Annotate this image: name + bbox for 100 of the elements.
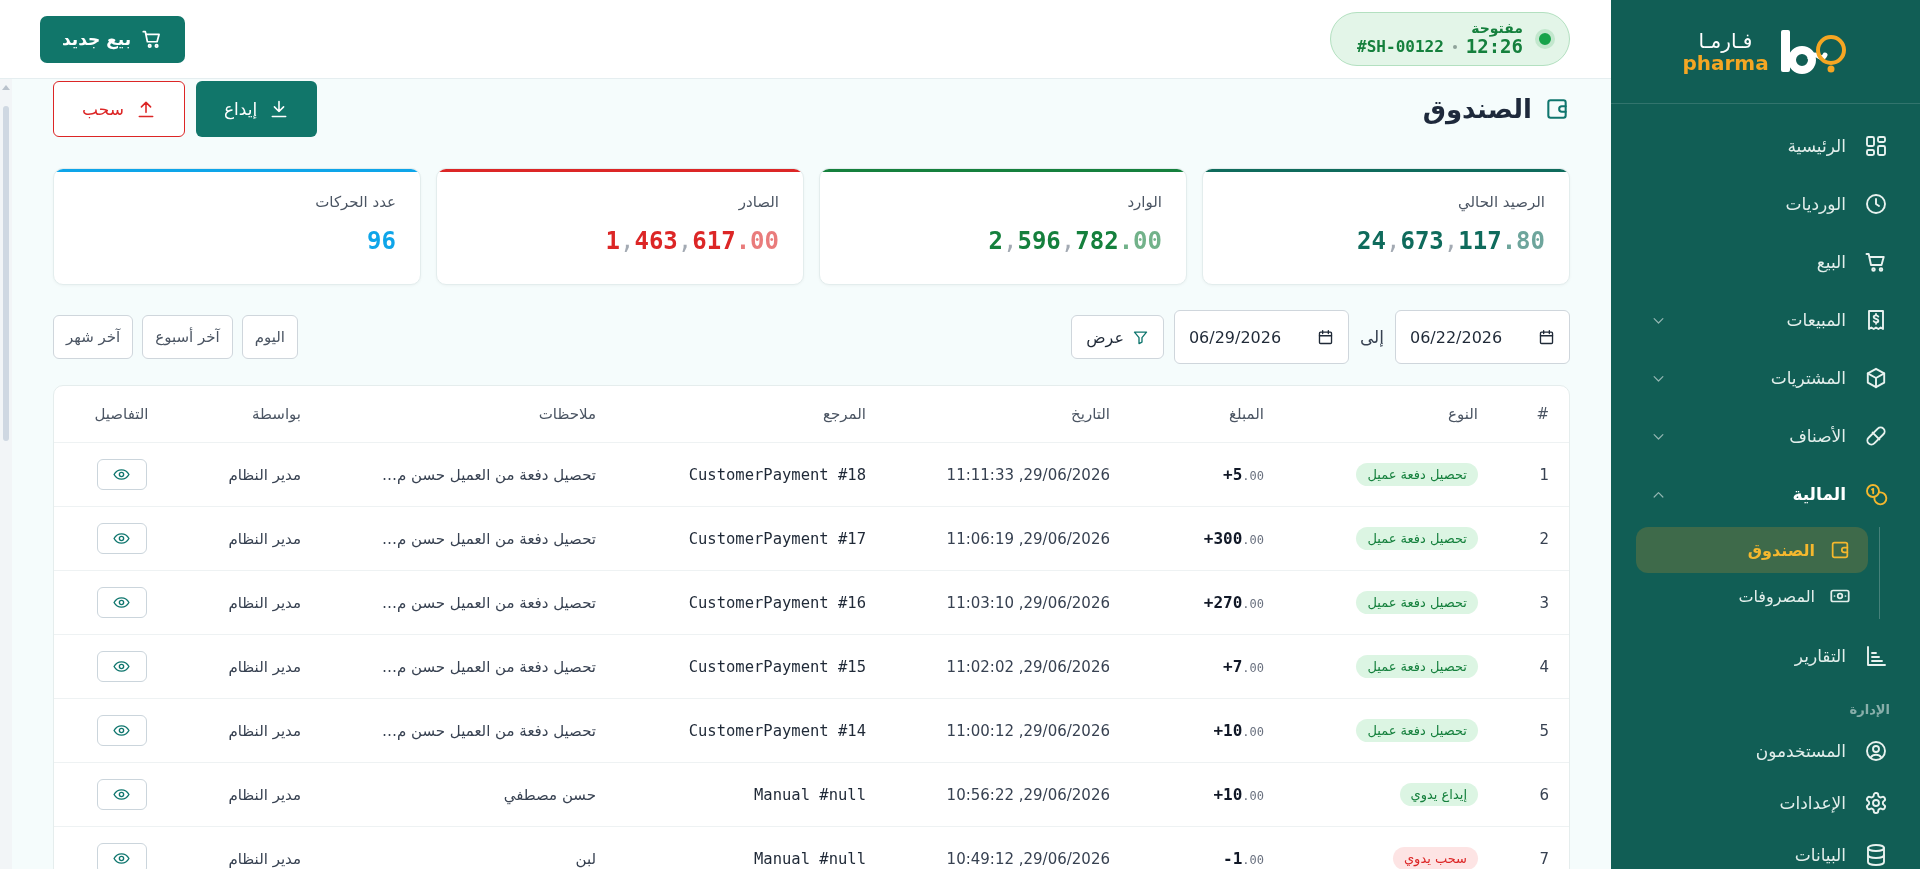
view-button[interactable] [96,843,147,869]
eye-icon [113,786,130,803]
note: لبن [575,849,596,868]
quick-range-button[interactable]: آخر أسبوع [142,315,233,359]
type-badge: تحصيل دفعة عميل [1356,463,1478,486]
date-field[interactable]: 06/29/2026 [1173,310,1349,364]
new-sale-button[interactable]: بيع جديد [40,15,186,63]
date-field[interactable]: 06/22/2026 [1395,310,1570,364]
quick-range-button[interactable]: اليوم [241,315,298,359]
nav-item[interactable]: الرئيسية [1611,117,1920,175]
date-time: 29/06/2026, 11:02:02 [946,657,1110,676]
amount: +10.00 [1213,785,1264,804]
chart-icon [1864,644,1888,668]
nav-item[interactable]: التقارير [1611,627,1920,685]
created-by: مدير النظام [228,529,301,548]
clock-icon [1864,192,1888,216]
type-badge: تحصيل دفعة عميل [1356,527,1478,550]
date-time: 29/06/2026, 10:49:12 [946,849,1110,868]
reference: CustomerPayment #17 [688,529,866,548]
view-button[interactable] [96,587,147,618]
view-button[interactable] [96,715,147,746]
deposit-button[interactable]: إيداع [195,81,318,137]
nav-item[interactable]: المستخدمون [1611,725,1920,777]
nav-item[interactable]: المبيعات [1611,291,1920,349]
calendar-icon [1538,328,1555,346]
eye-icon [113,658,130,675]
date-time: 29/06/2026, 11:06:19 [946,529,1110,548]
nav-item[interactable]: الإعدادات [1611,777,1920,829]
shift-time: 12:26 [1465,36,1523,58]
user-icon [1864,739,1888,763]
type-badge: تحصيل دفعة عميل [1356,719,1478,742]
coins-icon [1864,482,1888,506]
view-button[interactable] [96,523,147,554]
created-by: مدير النظام [228,721,301,740]
date-time: 29/06/2026, 10:56:22 [946,785,1110,804]
row-number: 2 [1539,529,1549,548]
view-button[interactable] [96,779,147,810]
reference: CustomerPayment #18 [688,465,866,484]
row-number: 5 [1539,721,1549,740]
created-by: مدير النظام [228,657,301,676]
amount: +300.00 [1203,529,1264,548]
nav-section-title: الإدارة [1849,701,1890,717]
nav-item[interactable]: البيانات [1611,829,1920,869]
withdraw-button[interactable]: سحب [53,81,185,137]
amount: +7.00 [1223,657,1264,676]
scrollbar-thumb[interactable] [3,106,9,441]
shift-status-label: مفتوحة [1471,20,1523,37]
view-button[interactable] [96,459,147,490]
stat-value: 96 [367,227,396,255]
reference: CustomerPayment #14 [688,721,866,740]
calendar-icon [1316,328,1334,346]
type-badge: سحب يدوي [1392,847,1478,869]
eye-icon [113,594,130,611]
quick-range-button[interactable]: آخر شهر [53,315,134,359]
view-button[interactable] [96,651,147,682]
nav-item[interactable]: البيع [1611,233,1920,291]
nav-item[interactable]: المشتريات [1611,349,1920,407]
eye-icon [113,722,130,739]
reference: Manual #null [754,849,866,868]
date-time: 29/06/2026, 11:03:10 [946,593,1110,612]
logo-icon [1778,27,1849,76]
nav-subitem[interactable]: المصروفات [1636,573,1868,619]
stat-label: الصادر [738,193,779,211]
date-time: 29/06/2026, 11:11:33 [946,465,1110,484]
amount: +10.00 [1213,721,1264,740]
nav-item[interactable]: المالية [1611,465,1920,523]
row-number: 7 [1539,849,1549,868]
apply-filter-button[interactable]: عرض [1071,315,1164,359]
nav-item[interactable]: الأصناف [1611,407,1920,465]
page-title: الصندوق [1422,94,1532,124]
wallet-icon [1829,539,1851,561]
created-by: مدير النظام [228,593,301,612]
cart-icon [1864,250,1888,274]
nav-subitem[interactable]: الصندوق [1636,527,1868,573]
box-icon [1864,366,1888,390]
stat-value: 24,673,117.80 [1357,227,1545,255]
created-by: مدير النظام [228,465,301,484]
reference: Manual #null [754,785,866,804]
note: تحصيل دفعة من العميل حسن م… [381,465,596,484]
database-icon [1864,843,1888,867]
eye-icon [113,850,130,867]
created-by: مدير النظام [228,849,301,868]
reference: CustomerPayment #15 [688,657,866,676]
note: تحصيل دفعة من العميل حسن م… [381,721,596,740]
date-time: 29/06/2026, 11:00:12 [946,721,1110,740]
amount: +270.00 [1203,593,1264,612]
column-header: ملاحظات [538,405,596,423]
note: حسن مصطفي [503,785,596,804]
note: تحصيل دفعة من العميل حسن م… [381,657,596,676]
scrollbar[interactable] [0,79,12,869]
eye-icon [113,466,130,483]
stat-label: الرصيد الحالي [1458,193,1545,211]
column-header: بواسطة [252,405,301,423]
nav-item[interactable]: الورديات [1611,175,1920,233]
stat-label: الوارد [1127,193,1162,211]
pill-icon [1864,424,1888,448]
row-number: 6 [1539,785,1549,804]
separator-dot-icon [1452,45,1457,50]
type-badge: إيداع يدوي [1399,783,1478,806]
column-header: المرجع [823,405,866,423]
